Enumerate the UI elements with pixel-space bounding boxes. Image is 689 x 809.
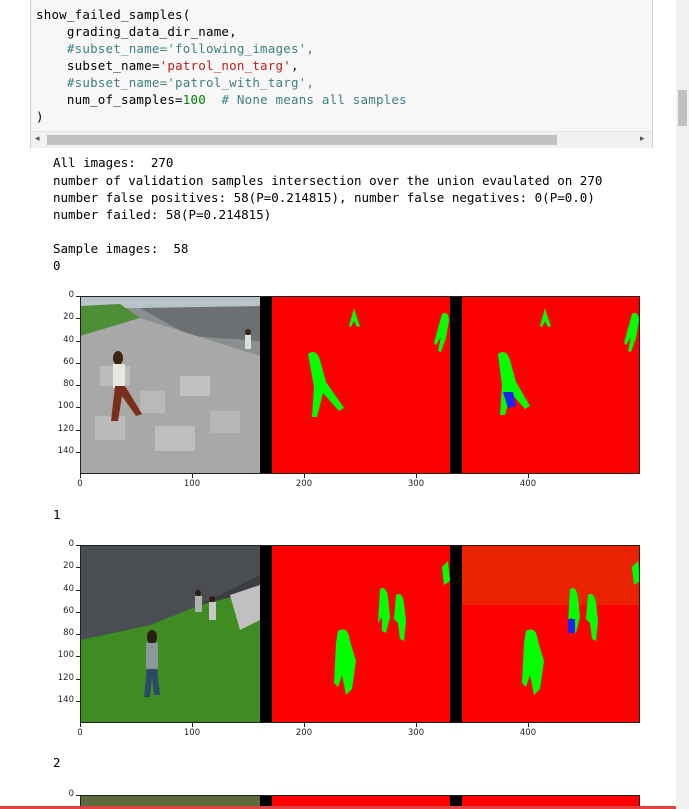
sample-index-1: 1	[53, 507, 61, 522]
y-tick	[76, 700, 80, 702]
output-sample-images: Sample images: 58	[53, 241, 189, 256]
x-tick	[192, 723, 193, 727]
y-tick	[76, 545, 80, 546]
code-line: grading_data_dir_name,	[36, 24, 237, 40]
code-line: #subset_name='patrol_with_targ',	[36, 75, 314, 91]
code-token: subset_name=	[36, 58, 160, 73]
x-tick	[80, 723, 81, 727]
y-tick	[76, 451, 80, 453]
y-tick	[76, 429, 80, 431]
output-all-images: All images: 270	[53, 155, 174, 170]
figure-frame	[80, 545, 640, 723]
code-token: ,	[290, 58, 299, 73]
x-tick-label: 400	[519, 479, 537, 489]
code-line: num_of_samples=100 # None means all samp…	[36, 92, 407, 108]
y-tick-label: 20	[63, 561, 74, 572]
y-tick-label: 140	[57, 694, 74, 705]
code-line: show_failed_samples(	[36, 7, 191, 23]
y-tick	[76, 340, 80, 342]
y-tick	[76, 362, 80, 364]
y-tick-label: 80	[63, 379, 74, 389]
x-tick-label: 300	[407, 728, 425, 738]
y-tick-label: 60	[63, 605, 74, 616]
figure-frame	[80, 296, 640, 474]
x-tick-label: 400	[519, 728, 537, 738]
output-false-line: number false positives: 58(P=0.214815), …	[53, 190, 595, 205]
x-tick-label: 200	[295, 479, 313, 489]
y-tick-label: 20	[63, 312, 74, 323]
y-tick-label: 80	[63, 628, 74, 638]
scroll-left-icon[interactable]: ◂	[35, 134, 40, 144]
y-tick-label: 40	[63, 583, 74, 594]
x-tick	[80, 474, 81, 478]
x-tick	[416, 723, 417, 727]
code-token: )	[36, 109, 44, 124]
x-tick	[416, 474, 417, 478]
y-tick	[76, 318, 80, 320]
y-tick-label: 140	[57, 445, 74, 456]
y-tick-label: 100	[57, 650, 74, 661]
sample-index-0: 0	[53, 258, 61, 273]
y-tick-label: 60	[63, 356, 74, 367]
sample-index-2: 2	[53, 755, 61, 770]
code-token: #subset_name='following_images',	[36, 41, 315, 56]
y-tick-label: 0	[68, 539, 74, 549]
y-tick	[76, 611, 80, 613]
code-line: )	[36, 109, 44, 125]
y-tick-label: 0	[68, 290, 74, 300]
y-tick-label: 120	[57, 672, 74, 683]
y-tick	[76, 634, 80, 635]
code-token: num_of_samples=	[36, 92, 183, 107]
code-token: show_failed_samples(	[36, 7, 191, 22]
code-line: subset_name='patrol_non_targ',	[36, 58, 299, 74]
code-token: 'patrol_non_targ'	[159, 58, 291, 73]
x-tick-label: 0	[77, 728, 83, 738]
x-tick	[528, 723, 529, 727]
code-cell[interactable]: show_failed_samples( grading_data_dir_na…	[30, 0, 653, 148]
horizontal-scrollbar-thumb[interactable]	[47, 135, 557, 145]
x-tick-label: 300	[407, 479, 425, 489]
code-line: #subset_name='following_images',	[36, 41, 314, 57]
y-tick	[76, 589, 80, 591]
x-tick	[304, 474, 305, 478]
y-tick	[76, 656, 80, 658]
output-iou-line: number of validation samples intersectio…	[53, 173, 603, 188]
y-tick-label: 120	[57, 423, 74, 434]
code-token: # None means all samples	[221, 92, 407, 107]
x-tick-label: 100	[183, 728, 201, 738]
y-tick-label: 100	[57, 401, 74, 412]
y-tick	[76, 296, 80, 297]
x-tick	[304, 723, 305, 727]
code-token: 100	[182, 92, 206, 107]
page-scrollbar-thumb[interactable]	[678, 90, 687, 126]
x-tick	[528, 474, 529, 478]
y-tick	[76, 385, 80, 386]
y-tick-label: 0	[68, 789, 74, 799]
y-tick	[76, 407, 80, 409]
y-tick	[76, 567, 80, 569]
code-token: grading_data_dir_name,	[36, 24, 237, 39]
y-tick	[76, 678, 80, 680]
scroll-right-icon[interactable]: ▸	[640, 134, 645, 144]
page-scrollbar[interactable]	[676, 0, 689, 809]
y-tick-label: 40	[63, 334, 74, 345]
horizontal-scrollbar[interactable]: ◂ ▸	[31, 131, 652, 148]
code-token: #subset_name='patrol_with_targ',	[36, 75, 315, 90]
output-failed-line: number failed: 58(P=0.214815)	[53, 207, 272, 222]
y-tick	[76, 795, 80, 796]
x-tick-label: 200	[295, 728, 313, 738]
x-tick-label: 100	[183, 479, 201, 489]
x-tick-label: 0	[77, 479, 83, 489]
x-tick	[192, 474, 193, 478]
